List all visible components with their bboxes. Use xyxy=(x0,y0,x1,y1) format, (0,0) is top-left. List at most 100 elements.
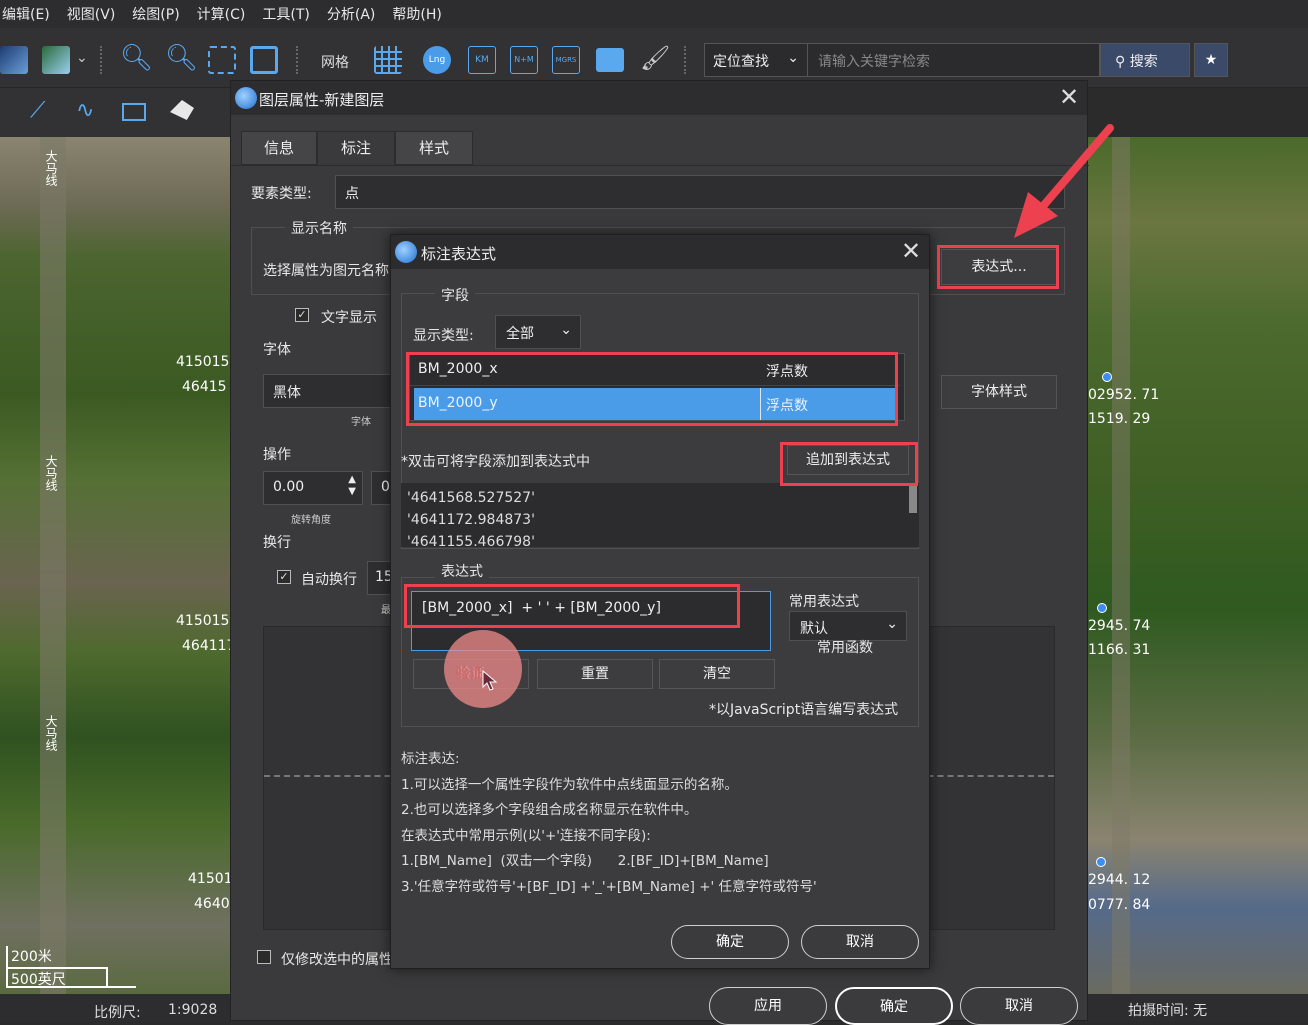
road-label: 大马线 xyxy=(44,150,58,186)
satellite-map-icon[interactable] xyxy=(42,46,70,74)
select-attr-label: 选择属性为图元名称 xyxy=(263,263,389,279)
expr-cancel-button[interactable]: 取消 xyxy=(801,925,919,959)
map-point[interactable] xyxy=(1096,857,1106,867)
coord-label: 0777. 84 xyxy=(1088,897,1151,913)
menu-view[interactable]: 视图(V) xyxy=(67,4,125,24)
layer-map-icon[interactable] xyxy=(0,46,28,74)
road-label: 大马线 xyxy=(44,715,58,751)
scrollbar[interactable] xyxy=(909,483,917,513)
road-label: 大马线 xyxy=(44,455,58,491)
expr-ok-button[interactable]: 确定 xyxy=(671,925,789,959)
ok-button[interactable]: 确定 xyxy=(835,987,953,1025)
spinner-icon[interactable]: ▲ ▼ xyxy=(348,474,356,498)
map-point[interactable] xyxy=(1097,603,1107,613)
rotation-spinbox[interactable]: 0.00 ▲ ▼ xyxy=(263,471,363,505)
wrap-label: 换行 xyxy=(263,535,291,551)
coord-label: 464117 xyxy=(182,638,236,654)
common-func-label: 常用函数 xyxy=(817,640,873,656)
notes-block: 标注表达: 1.可以选择一个属性字段作为软件中点线面显示的名称。 2.也可以选择… xyxy=(401,751,817,895)
font-caption: 字体 xyxy=(351,417,371,428)
grid-icon[interactable] xyxy=(374,46,402,74)
coord-label: 4640 xyxy=(194,896,230,912)
zoom-out-icon[interactable]: 🔍︎ xyxy=(165,43,198,73)
clear-button[interactable]: 清空 xyxy=(659,659,775,689)
curve-tool-icon[interactable]: ∿ xyxy=(76,98,94,123)
rectangle-tool-icon[interactable] xyxy=(122,103,146,121)
dialog-titlebar[interactable]: 标注表达式 ✕ xyxy=(391,235,929,269)
zoom-in-icon[interactable]: 🔍︎ xyxy=(120,43,153,73)
chevron-down-icon[interactable]: ⌄ xyxy=(76,50,88,66)
text-display-label: 文字显示 xyxy=(321,310,377,326)
append-to-expression-button[interactable]: 追加到表达式 xyxy=(787,445,909,475)
dialog-title: 标注表达式 xyxy=(421,245,497,263)
font-label: 字体 xyxy=(263,342,291,358)
app-logo-icon xyxy=(235,87,257,109)
close-icon[interactable]: ✕ xyxy=(901,237,921,265)
search-icon: ⚲ xyxy=(1115,54,1126,70)
menu-tools[interactable]: 工具(T) xyxy=(262,4,318,24)
search-button[interactable]: ⚲ 搜索 xyxy=(1100,43,1190,77)
folder-icon[interactable] xyxy=(596,48,624,72)
map-point[interactable] xyxy=(1102,372,1112,382)
menu-edit[interactable]: 编辑(E) xyxy=(2,4,59,24)
full-extent-icon[interactable] xyxy=(250,46,278,74)
favorite-star-icon[interactable]: ★ xyxy=(1194,43,1228,77)
locate-combo[interactable]: 定位查找 ⌄ xyxy=(704,43,808,77)
operation-label: 操作 xyxy=(263,447,291,463)
tab-info[interactable]: 信息 xyxy=(241,131,317,165)
coord-label: 41501 xyxy=(188,871,233,887)
coord-label: 415015 xyxy=(176,354,230,370)
lnglat-grid-icon[interactable]: Lng xyxy=(423,46,451,74)
feature-type-field: 点 xyxy=(335,175,1065,209)
coord-label: 46415 xyxy=(182,379,227,395)
close-icon[interactable]: ✕ xyxy=(1059,83,1079,111)
table-row-selected[interactable]: BM_2000_y 浮点数 xyxy=(414,388,898,420)
nm-grid-icon[interactable]: N+M xyxy=(510,46,538,74)
grid-label: 网格 xyxy=(321,55,349,71)
tab-label[interactable]: 标注 xyxy=(317,131,395,165)
label-expression-dialog: 标注表达式 ✕ 字段 显示类型: 全部 ⌄ BM_2000_x 浮点数 BM_20… xyxy=(390,234,930,969)
line-tool-icon[interactable]: ⟋ xyxy=(30,98,45,123)
auto-wrap-checkbox[interactable]: ✓ xyxy=(277,570,291,584)
zoom-extent-icon[interactable] xyxy=(208,46,236,74)
reset-button[interactable]: 重置 xyxy=(537,659,653,689)
coord-label: 02952. 71 xyxy=(1088,387,1160,403)
draw-toolbar: ⟋ ∿ xyxy=(0,88,240,137)
display-name-group-title: 显示名称 xyxy=(285,218,353,238)
display-type-select[interactable]: 全部 ⌄ xyxy=(495,315,581,349)
km-grid-icon[interactable]: KM xyxy=(468,46,496,74)
list-item[interactable]: '4641155.466798' xyxy=(407,531,913,547)
list-item[interactable]: '4641172.984873' xyxy=(407,509,913,531)
scale-value[interactable]: 1:9028 xyxy=(168,1002,217,1018)
cancel-button[interactable]: 取消 xyxy=(960,987,1078,1025)
chevron-down-icon: ⌄ xyxy=(787,50,799,66)
separator xyxy=(100,46,104,74)
apply-button[interactable]: 应用 xyxy=(709,987,827,1025)
separator xyxy=(296,46,300,74)
only-selected-checkbox[interactable] xyxy=(257,950,271,964)
menu-calc[interactable]: 计算(C) xyxy=(197,4,255,24)
coord-label: 2945. 74 xyxy=(1088,618,1151,634)
menu-analysis[interactable]: 分析(A) xyxy=(327,4,385,24)
search-input[interactable]: 请输入关键字检索 xyxy=(808,43,1100,77)
value-list[interactable]: '4641568.527527' '4641172.984873' '46411… xyxy=(401,483,919,547)
map-scale-bar: 200米 500英尺 xyxy=(6,946,136,988)
table-row[interactable]: BM_2000_x 浮点数 xyxy=(410,354,900,386)
dialog-titlebar[interactable]: 图层属性-新建图层 ✕ xyxy=(231,81,1087,115)
font-style-button[interactable]: 字体样式 xyxy=(941,375,1057,409)
expression-group-title: 表达式 xyxy=(435,561,489,581)
tab-style[interactable]: 样式 xyxy=(395,131,473,165)
menu-help[interactable]: 帮助(H) xyxy=(392,4,450,24)
menu-draw[interactable]: 绘图(P) xyxy=(132,4,188,24)
chevron-down-icon: ⌄ xyxy=(886,616,898,632)
polygon-tool-icon[interactable] xyxy=(170,100,194,120)
font-select[interactable]: 黑体 xyxy=(263,374,403,408)
coord-label: 415015 xyxy=(176,613,230,629)
expression-button[interactable]: 表达式... xyxy=(941,249,1057,285)
mgrs-grid-icon[interactable]: MGRS xyxy=(552,46,580,74)
chevron-down-icon: ⌄ xyxy=(560,322,572,338)
text-display-checkbox[interactable]: ✓ xyxy=(295,308,309,322)
brush-icon[interactable]: 🖌︎ xyxy=(640,44,670,72)
list-item[interactable]: '4641568.527527' xyxy=(407,487,913,509)
coord-label: 1166. 31 xyxy=(1088,642,1151,658)
